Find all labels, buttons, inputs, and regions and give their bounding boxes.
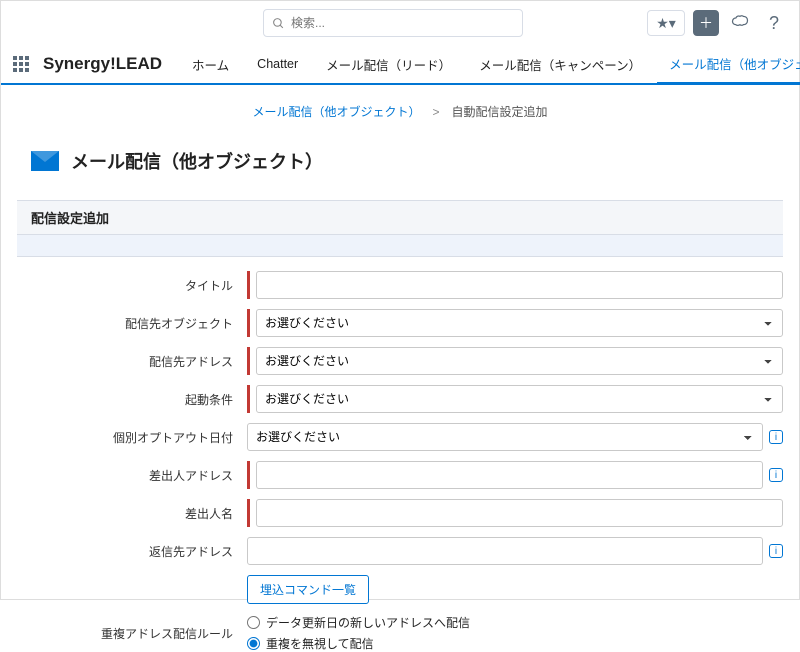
section-title: 配信設定追加 [17,200,783,235]
breadcrumb-current: 自動配信設定追加 [452,103,548,120]
dup-option-2-label: 重複を無視して配信 [266,635,374,652]
label-optout: 個別オプトアウト日付 [17,429,247,446]
app-name: Synergy!LEAD [43,54,162,74]
dup-radio-1[interactable] [247,616,260,629]
required-indicator [247,385,250,413]
required-indicator [247,499,250,527]
dup-radio-2[interactable] [247,637,260,650]
favorites-dropdown[interactable]: ★▾ [647,10,685,36]
mail-icon [31,151,59,171]
tab-mail-other-object[interactable]: メール配信（他オブジェクト） [657,45,800,85]
dup-option-2[interactable]: 重複を無視して配信 [247,635,470,652]
label-reply-address: 返信先アドレス [17,543,247,560]
label-dup-rule: 重複アドレス配信ルール [17,625,247,642]
label-sender-address: 差出人アドレス [17,467,247,484]
required-indicator [247,309,250,337]
tab-chatter[interactable]: Chatter [245,44,310,84]
page-title: メール配信（他オブジェクト） [71,148,323,174]
help-icon[interactable]: ? [761,10,787,36]
info-icon[interactable]: i [769,468,783,482]
trigger-select[interactable]: お選びください [256,385,783,413]
required-indicator [247,271,250,299]
label-title: タイトル [17,277,247,294]
label-trigger: 起動条件 [17,391,247,408]
required-indicator [247,461,250,489]
info-icon[interactable]: i [769,430,783,444]
sender-name-input[interactable] [256,499,783,527]
label-object: 配信先オブジェクト [17,315,247,332]
salesforce-help-icon[interactable] [727,10,753,36]
add-button[interactable]: ＋ [693,10,719,36]
title-input[interactable] [256,271,783,299]
breadcrumb: メール配信（他オブジェクト） > 自動配信設定追加 [1,85,799,130]
breadcrumb-separator: > [432,105,439,119]
reply-address-input[interactable] [247,537,763,565]
dup-option-1-label: データ更新日の新しいアドレスへ配信 [266,614,470,631]
search-icon [272,17,285,30]
section-strip [17,235,783,257]
info-icon[interactable]: i [769,544,783,558]
breadcrumb-link[interactable]: メール配信（他オブジェクト） [252,103,420,120]
label-sender-name: 差出人名 [17,505,247,522]
label-address: 配信先アドレス [17,353,247,370]
search-input[interactable] [291,16,514,30]
sender-address-input[interactable] [256,461,763,489]
required-indicator [247,347,250,375]
tab-mail-campaign[interactable]: メール配信（キャンペーン） [467,44,653,84]
address-select[interactable]: お選びください [256,347,783,375]
object-select[interactable]: お選びください [256,309,783,337]
app-launcher-icon[interactable] [13,56,29,72]
dup-option-1[interactable]: データ更新日の新しいアドレスへ配信 [247,614,470,631]
tab-mail-lead[interactable]: メール配信（リード） [314,44,463,84]
global-search[interactable] [263,9,523,37]
tab-home[interactable]: ホーム [180,44,241,84]
optout-select[interactable]: お選びください [247,423,763,451]
